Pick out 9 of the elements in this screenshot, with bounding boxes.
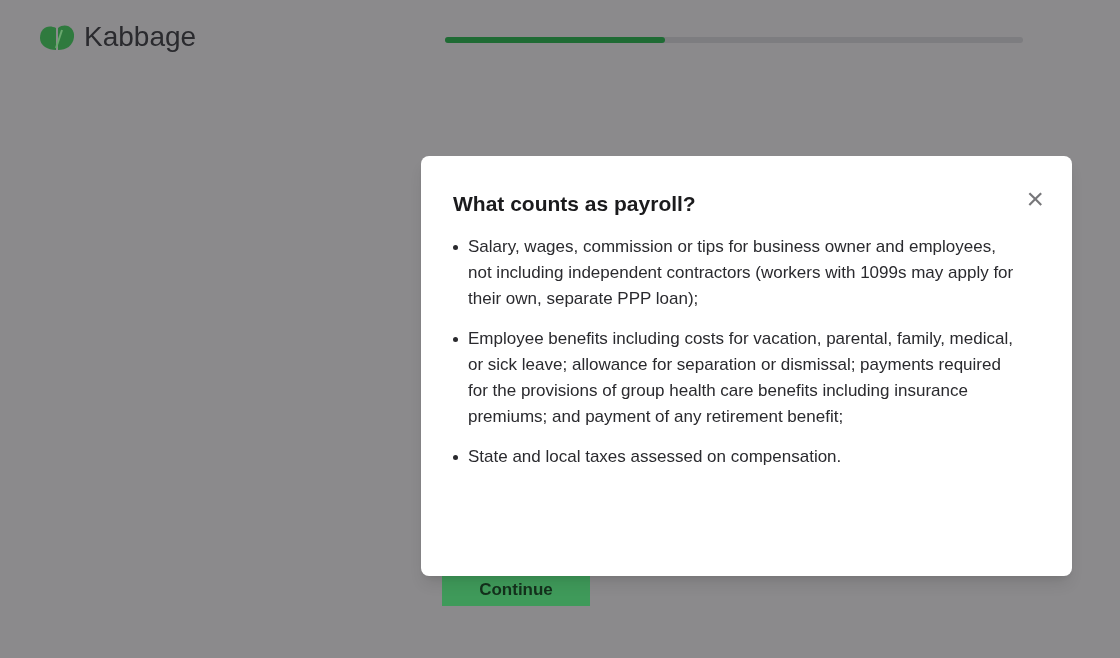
- list-item-text: State and local taxes assessed on compensation.: [468, 446, 843, 468]
- logo-text: Kabbage: [84, 23, 197, 51]
- bullet-icon: [453, 337, 458, 342]
- list-item-text: Employee benefits including costs for vacation, parental, family, medical, or sick leave; allowance for separation or dismissal; payments required for the provisions of group health care benefits including insurance premiums; and payment of any retirement benefit;: [468, 328, 1014, 428]
- bullet-icon: [453, 245, 458, 250]
- list-item-text: Salary, wages, commission or tips for business owner and employees, not including independent contractors (workers with 1099s may apply for their own, separate PPP loan);: [468, 236, 1015, 310]
- close-button[interactable]: ×: [1026, 184, 1044, 214]
- dialog-title: What counts as payroll?: [453, 191, 696, 217]
- bullet-icon: [453, 455, 458, 460]
